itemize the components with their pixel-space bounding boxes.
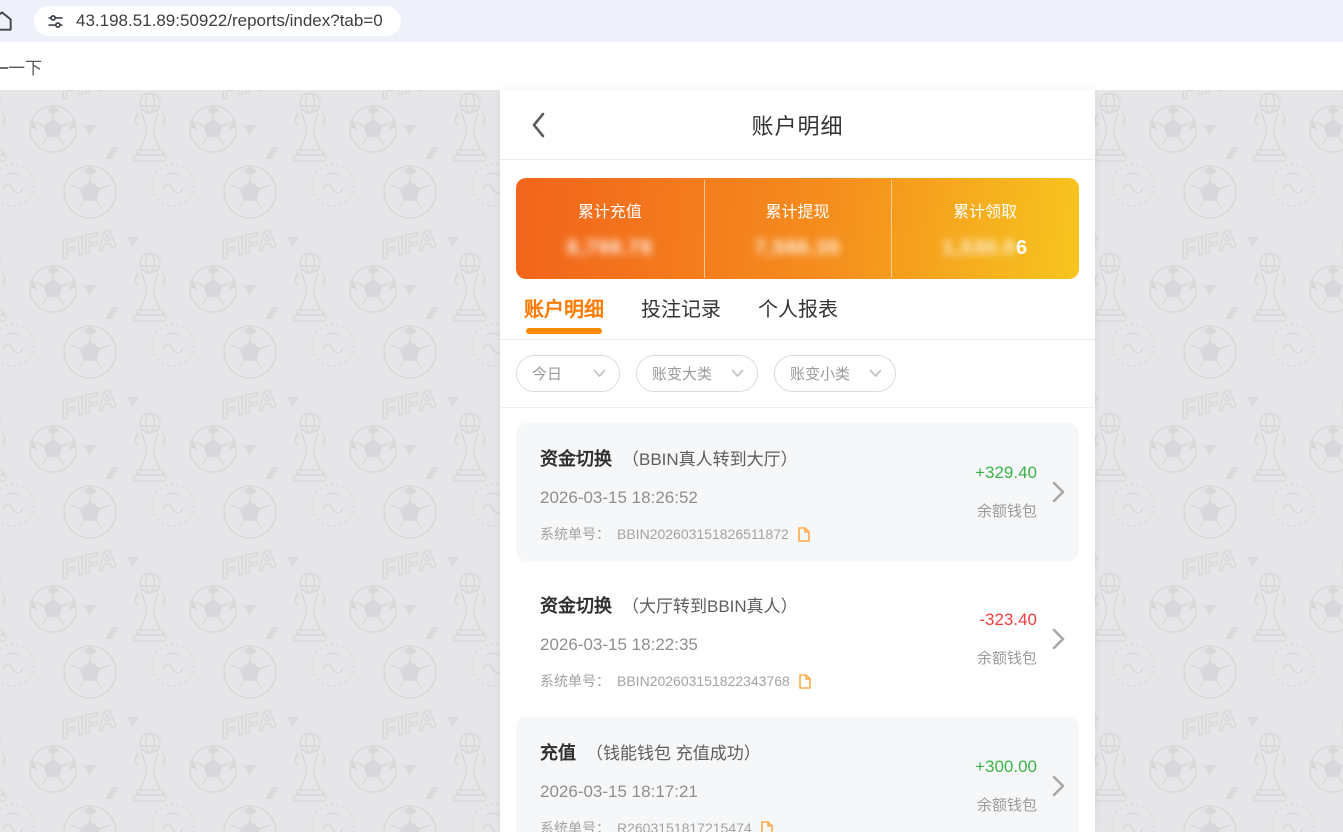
txn-order-number: BBIN202603151822343768 [617,673,790,689]
stat-label: 累计领取 [953,203,1018,221]
panel-header: 账户明细 [500,90,1095,160]
copy-icon[interactable] [759,820,774,832]
txn-wallet: 余额钱包 [976,503,1037,520]
tab-bet-records[interactable]: 投注记录 [641,293,721,339]
home-icon[interactable] [0,8,15,34]
txn-wallet: 余额钱包 [976,650,1037,667]
chevron-down-icon [869,369,882,377]
filter-date-select[interactable]: 今日 [516,355,620,392]
summary-card: 累计充值 8,798.78 累计提现 7,586.35 累计领取 1,530.0… [516,178,1079,279]
page-title: 账户明细 [751,113,844,139]
tab-bar: 账户明细 投注记录 个人报表 [500,279,1095,340]
txn-amount: -323.40 [979,610,1037,629]
txn-order-number: BBIN202603151826511872 [617,526,789,542]
address-bar[interactable]: 43.198.51.89:50922/reports/index?tab=0 [34,6,401,36]
stat-value-masked: 7,586.35 [754,236,841,259]
txn-datetime: 2026-03-15 18:22:35 [540,635,698,654]
txn-type: 充值 [540,743,576,763]
stat-value-masked: 1,530.06 [942,236,1029,259]
txn-note: （钱能钱包 充值成功） [586,744,761,763]
txn-order-label: 系统单号： [540,673,610,689]
transaction-row[interactable]: 资金切换 （大厅转到BBIN真人） 2026-03-15 18:22:35 系统… [516,570,1079,708]
back-button[interactable] [524,111,552,139]
filter-bar: 今日 账变大类 账变小类 [500,340,1095,408]
stat-label: 累计充值 [577,203,642,221]
stat-value-masked: 8,798.78 [566,236,653,259]
tab-personal-report[interactable]: 个人报表 [758,293,838,339]
txn-type: 资金切换 [540,596,612,616]
chevron-left-icon [532,112,544,137]
txn-amount: +329.40 [975,463,1037,482]
chevron-right-icon [1052,775,1065,797]
content-area: FIFA [0,90,1343,832]
txn-order-label: 系统单号： [540,526,610,542]
txn-type: 资金切换 [540,449,612,469]
row-open-button[interactable] [1052,440,1065,544]
partial-text: 一下 [8,58,42,78]
txn-order-label: 系统单号： [540,820,610,832]
chevron-right-icon [1052,481,1065,503]
txn-wallet: 余额钱包 [976,797,1037,814]
stat-label: 累计提现 [765,203,830,221]
top-page-strip: 一下 [0,42,1343,90]
filter-minor-category-select[interactable]: 账变小类 [774,355,896,392]
stat-total-withdraw: 累计提现 7,586.35 [703,179,892,278]
txn-datetime: 2026-03-15 18:26:52 [540,488,698,507]
transaction-list: 资金切换 （BBIN真人转到大厅） 2026-03-15 18:26:52 系统… [500,408,1095,832]
transaction-row[interactable]: 充值 （钱能钱包 充值成功） 2026-03-15 18:17:21 系统单号：… [516,717,1079,832]
txn-note: （BBIN真人转到大厅） [622,450,798,469]
row-open-button[interactable] [1052,587,1065,691]
txn-datetime: 2026-03-15 18:17:21 [540,782,698,801]
account-panel: 账户明细 累计充值 8,798.78 累计提现 7,586.35 累计领取 1,… [500,90,1095,832]
chevron-down-icon [731,369,744,377]
browser-top-bar: 43.198.51.89:50922/reports/index?tab=0 [0,0,1343,42]
screen: 43.198.51.89:50922/reports/index?tab=0 一… [0,0,1343,832]
copy-icon[interactable] [796,526,811,543]
row-open-button[interactable] [1052,734,1065,832]
partial-glyph [0,67,8,69]
txn-note: （大厅转到BBIN真人） [622,597,798,616]
stat-total-deposit: 累计充值 8,798.78 [516,198,704,260]
url-text[interactable]: 43.198.51.89:50922/reports/index?tab=0 [76,11,383,31]
chevron-right-icon [1052,628,1065,650]
transaction-row[interactable]: 资金切换 （BBIN真人转到大厅） 2026-03-15 18:26:52 系统… [516,423,1079,561]
stat-total-claimed: 累计领取 1,530.06 [891,179,1079,278]
txn-amount: +300.00 [975,757,1037,776]
tab-account-detail[interactable]: 账户明细 [524,293,604,339]
site-settings-icon[interactable] [46,12,65,31]
copy-icon[interactable] [797,673,812,690]
filter-major-category-select[interactable]: 账变大类 [636,355,758,392]
txn-order-number: R2603151817215474 [617,820,752,832]
chevron-down-icon [593,369,606,377]
